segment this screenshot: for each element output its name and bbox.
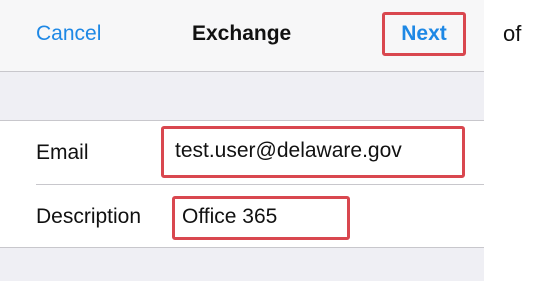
row-divider [36, 184, 484, 185]
email-field[interactable]: test.user@delaware.gov [161, 126, 465, 178]
section-spacer-bottom [0, 248, 484, 281]
account-form: Email test.user@delaware.gov Description… [0, 120, 484, 248]
navigation-bar: Cancel Exchange Next [0, 0, 484, 72]
email-label: Email [36, 141, 89, 164]
cancel-button[interactable]: Cancel [36, 20, 101, 48]
side-text: of [503, 21, 522, 46]
next-button[interactable]: Next [382, 12, 466, 56]
section-spacer-top [0, 72, 484, 120]
description-field[interactable]: Office 365 [172, 196, 350, 240]
exchange-account-screen: Cancel Exchange Next Email test.user@del… [0, 0, 484, 281]
page-title: Exchange [192, 22, 292, 45]
description-label: Description [36, 205, 142, 228]
